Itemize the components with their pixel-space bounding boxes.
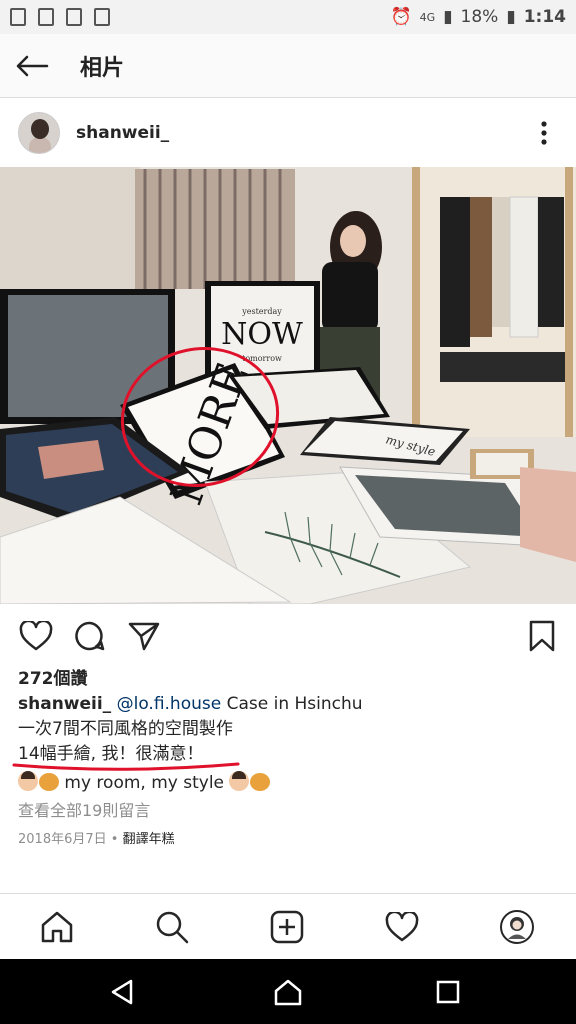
- battery-percent: 18%: [460, 7, 499, 27]
- triangle-back-icon: [111, 979, 133, 1005]
- translate-link[interactable]: 翻譯年糕: [123, 832, 175, 847]
- home-icon: [41, 911, 73, 943]
- avatar[interactable]: [18, 112, 60, 154]
- system-home-button[interactable]: [268, 975, 308, 1009]
- home-outline-icon: [274, 979, 302, 1006]
- post-photo[interactable]: yesterday NOW tomorrow MORE my style: [0, 167, 576, 604]
- send-icon: [128, 622, 160, 651]
- caption-mention[interactable]: @lo.fi.house: [117, 694, 222, 714]
- system-recents-button[interactable]: [428, 975, 468, 1009]
- caption-username[interactable]: shanweii_: [18, 694, 111, 714]
- poster-top-text: yesterday: [241, 307, 282, 316]
- save-button[interactable]: [522, 616, 562, 656]
- system-back-button[interactable]: [102, 975, 142, 1009]
- search-icon: [156, 911, 189, 944]
- nav-profile[interactable]: [494, 904, 540, 950]
- gallery-icon: [38, 8, 54, 26]
- comment-icon: [75, 621, 105, 651]
- share-button[interactable]: [124, 616, 164, 656]
- photo-illustration: yesterday NOW tomorrow MORE my style: [0, 167, 576, 604]
- palette-emoji-icon: [39, 773, 59, 791]
- clean-icon: [66, 8, 82, 26]
- signal-icon: ▮: [443, 7, 453, 27]
- comment-button[interactable]: [70, 616, 110, 656]
- post-header: shanweii_: [0, 99, 576, 167]
- status-bar: ⏰ 4G ▮ 18% ▮ 1:14: [0, 0, 576, 34]
- battery-icon: ▮: [506, 7, 516, 27]
- caption-line-4: my room, my style: [64, 773, 225, 793]
- nav-activity[interactable]: [379, 904, 425, 950]
- back-button[interactable]: [0, 34, 64, 98]
- more-vertical-icon: [541, 121, 547, 145]
- heart-icon: [385, 912, 419, 942]
- post-username[interactable]: shanweii_: [76, 123, 169, 143]
- nav-search[interactable]: [149, 904, 195, 950]
- nav-home[interactable]: [34, 904, 80, 950]
- bookmark-icon: [529, 620, 555, 652]
- notification-a-icon: [10, 8, 26, 26]
- palette-emoji-icon: [250, 773, 271, 791]
- system-nav-bar: [0, 959, 576, 1024]
- woman-emoji-icon: [18, 771, 38, 791]
- caption-line-1: Case in Hsinchu: [226, 694, 363, 714]
- profile-avatar-icon: [500, 910, 534, 944]
- square-recents-icon: [436, 980, 460, 1004]
- red-underline-annotation: [12, 762, 240, 771]
- caption-line-2: 一次7間不同風格的空間製作: [18, 719, 233, 739]
- top-bar: 相片: [0, 34, 576, 98]
- woman-emoji-icon: [229, 771, 250, 791]
- arrow-left-icon: [16, 55, 49, 76]
- nav-new-post[interactable]: [264, 904, 310, 950]
- post-actions: [0, 612, 576, 658]
- heart-icon: [19, 621, 53, 651]
- phone-icon: [94, 8, 110, 26]
- clock: 1:14: [523, 7, 566, 27]
- caption: shanweii_ @lo.fi.house Case in Hsinchu 一…: [12, 692, 558, 796]
- post-date-row: 2018年6月7日 • 翻譯年糕: [18, 832, 175, 847]
- more-options-button[interactable]: [530, 113, 558, 153]
- bottom-nav: [0, 893, 576, 959]
- post-date: 2018年6月7日: [18, 832, 107, 847]
- like-button[interactable]: [16, 616, 56, 656]
- page-title: 相片: [80, 55, 125, 81]
- view-all-comments[interactable]: 查看全部19則留言: [18, 797, 150, 821]
- like-count[interactable]: 272個讚: [18, 664, 88, 689]
- network-label: 4G: [419, 10, 436, 24]
- add-post-icon: [270, 910, 304, 944]
- poster-title-text: NOW: [221, 317, 303, 352]
- alarm-icon: ⏰: [390, 7, 412, 27]
